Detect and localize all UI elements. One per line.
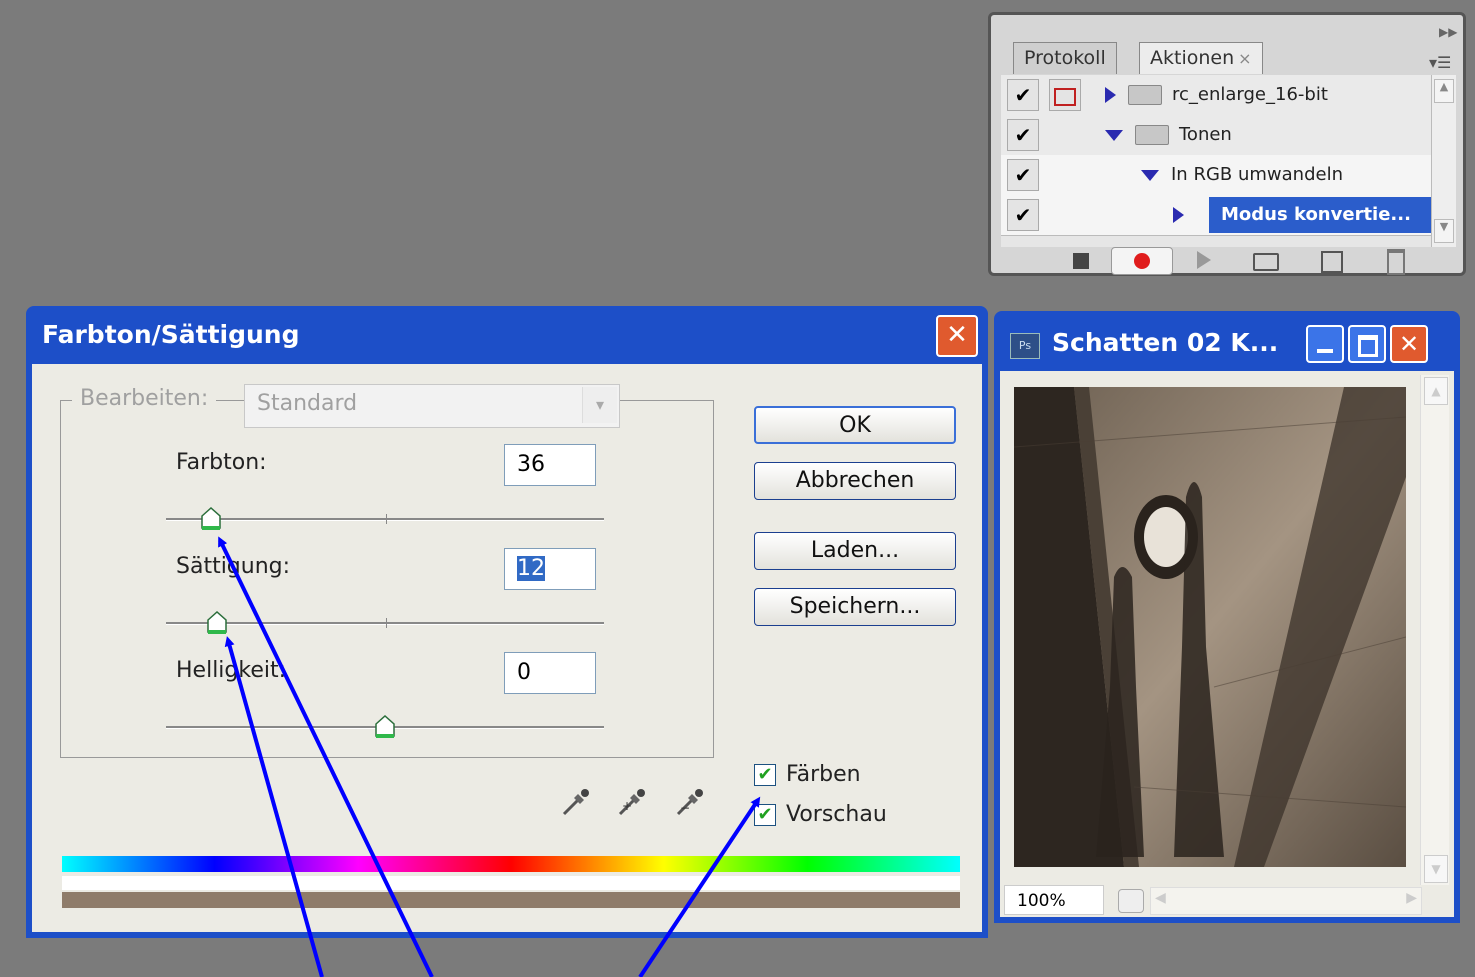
lightness-slider-thumb[interactable] <box>374 714 396 740</box>
image-vertical-scrollbar[interactable]: ▲ ▼ <box>1420 375 1449 885</box>
new-set-icon[interactable] <box>1253 253 1279 271</box>
actions-panel: Protokoll Aktionen × ▶▶ ▾☰ ✔ rc_enlarge_1… <box>988 12 1466 276</box>
action-row[interactable]: ✔ Tonen <box>1001 115 1431 156</box>
hue-spectrum-bar <box>62 856 960 872</box>
preview-checkbox[interactable]: ✔ <box>754 804 776 826</box>
eyedropper-icon[interactable] <box>558 786 592 820</box>
panel-menu-icon[interactable]: ▾☰ <box>1429 53 1451 72</box>
record-button[interactable] <box>1111 247 1173 275</box>
actions-scrollbar[interactable]: ▲ ▼ <box>1431 75 1456 247</box>
actions-list: ✔ rc_enlarge_16-bit ✔ Tonen ✔ In RGB umw… <box>1001 75 1431 247</box>
tab-aktionen[interactable]: Aktionen × <box>1139 42 1263 74</box>
image-window-title: Schatten 02 K... <box>1052 328 1279 357</box>
action-row[interactable]: ✔ In RGB umwandeln <box>1001 155 1431 196</box>
saturation-slider-thumb[interactable] <box>206 610 228 636</box>
saturation-input[interactable]: 12 <box>504 548 596 590</box>
collapse-icon[interactable] <box>1141 169 1159 181</box>
image-window-body: ▲ ▼ 100% ◀ ▶ <box>1000 371 1454 917</box>
scroll-down-icon[interactable]: ▼ <box>1434 219 1454 243</box>
eyedropper-subtract-icon[interactable]: − <box>672 786 706 820</box>
hue-slider-track[interactable] <box>166 518 604 521</box>
window-close-button[interactable]: ✕ <box>1390 325 1428 363</box>
zoom-field[interactable]: 100% <box>1004 885 1104 915</box>
result-color-bar <box>62 892 960 908</box>
dialog-title: Farbton/Sättigung <box>42 320 300 349</box>
action-label: Tonen <box>1105 115 1232 155</box>
tab-aktionen-label: Aktionen <box>1150 47 1235 69</box>
tab-close-icon[interactable]: × <box>1238 49 1251 68</box>
row-checkbox[interactable]: ✔ <box>1007 79 1039 111</box>
edit-select-value: Standard <box>257 391 358 416</box>
save-button[interactable]: Speichern... <box>754 588 956 626</box>
hue-center-tick <box>386 514 387 524</box>
action-label: In RGB umwandeln <box>1141 155 1343 195</box>
colorize-checkbox[interactable]: ✔ <box>754 764 776 786</box>
lightness-input[interactable]: 0 <box>504 652 596 694</box>
svg-text:+: + <box>622 799 632 813</box>
scroll-up-icon[interactable]: ▲ <box>1424 377 1448 405</box>
hue-saturation-dialog: Farbton/Sättigung ✕ Bearbeiten: Standard… <box>26 306 988 938</box>
action-row-selected[interactable]: ✔ Modus konvertie... <box>1001 195 1431 236</box>
settings-group <box>60 400 714 758</box>
tab-protokoll[interactable]: Protokoll <box>1013 42 1117 74</box>
image-window: Ps Schatten 02 K... ✕ ▲ ▼ 100% ◀ ▶ <box>994 311 1460 923</box>
folder-icon <box>1128 85 1162 105</box>
action-set-label: rc_enlarge_16-bit <box>1105 75 1328 115</box>
edit-label: Bearbeiten: <box>72 386 217 411</box>
new-action-icon[interactable] <box>1321 251 1343 273</box>
cancel-button[interactable]: Abbrechen <box>754 462 956 500</box>
hue-input[interactable]: 36 <box>504 444 596 486</box>
row-checkbox[interactable]: ✔ <box>1007 119 1039 151</box>
lightness-label: Helligkeit: <box>176 658 287 683</box>
action-row[interactable]: ✔ rc_enlarge_16-bit <box>1001 75 1431 116</box>
saturation-slider-track[interactable] <box>166 622 604 625</box>
panel-collapse-icon[interactable]: ▶▶ <box>1439 25 1457 39</box>
dialog-toggle-icon[interactable] <box>1049 79 1081 111</box>
saturation-value: 12 <box>517 556 545 581</box>
chevron-down-icon[interactable]: ▾ <box>582 387 617 423</box>
ok-button[interactable]: OK <box>754 406 956 444</box>
load-button[interactable]: Laden... <box>754 532 956 570</box>
svg-text:−: − <box>680 801 690 815</box>
eyedropper-add-icon[interactable]: + <box>614 786 648 820</box>
collapse-icon[interactable] <box>1105 129 1123 141</box>
actions-toolbar <box>1001 247 1451 275</box>
play-icon[interactable] <box>1197 251 1211 269</box>
scroll-down-icon[interactable]: ▼ <box>1424 855 1448 883</box>
folder-icon <box>1135 125 1169 145</box>
expand-icon[interactable] <box>1105 87 1116 103</box>
minimize-icon <box>1317 349 1333 353</box>
dialog-body: Bearbeiten: Standard ▾ Farbton: 36 Sätti… <box>32 364 982 932</box>
tab-protokoll-label: Protokoll <box>1024 47 1106 69</box>
maximize-icon <box>1358 335 1378 357</box>
photoshop-doc-icon: Ps <box>1010 333 1040 359</box>
scroll-left-icon[interactable]: ◀ <box>1155 890 1166 906</box>
spectrum-gap <box>62 876 960 890</box>
sepia-photo <box>1014 387 1406 867</box>
preview-label: Vorschau <box>786 802 887 827</box>
edit-select[interactable]: Standard ▾ <box>244 384 620 428</box>
expand-icon[interactable] <box>1173 207 1184 223</box>
saturation-label: Sättigung: <box>176 554 291 579</box>
colorize-label: Färben <box>786 762 861 787</box>
scroll-up-icon[interactable]: ▲ <box>1434 79 1454 103</box>
scroll-right-icon[interactable]: ▶ <box>1406 890 1417 906</box>
selected-action-label: Modus konvertie... <box>1209 197 1431 233</box>
hue-slider-thumb[interactable] <box>200 506 222 532</box>
minimize-button[interactable] <box>1306 325 1344 363</box>
record-icon <box>1134 253 1150 269</box>
maximize-button[interactable] <box>1348 325 1386 363</box>
action-label <box>1173 195 1196 235</box>
saturation-center-tick <box>386 618 387 628</box>
dialog-close-button[interactable]: ✕ <box>936 315 978 357</box>
hue-label: Farbton: <box>176 450 267 475</box>
row-checkbox[interactable]: ✔ <box>1007 159 1039 191</box>
row-checkbox[interactable]: ✔ <box>1007 199 1039 231</box>
image-horizontal-scrollbar[interactable]: ◀ ▶ <box>1150 887 1422 915</box>
stop-icon[interactable] <box>1073 253 1089 269</box>
status-menu-icon[interactable] <box>1118 889 1144 913</box>
trash-icon[interactable] <box>1387 249 1405 275</box>
